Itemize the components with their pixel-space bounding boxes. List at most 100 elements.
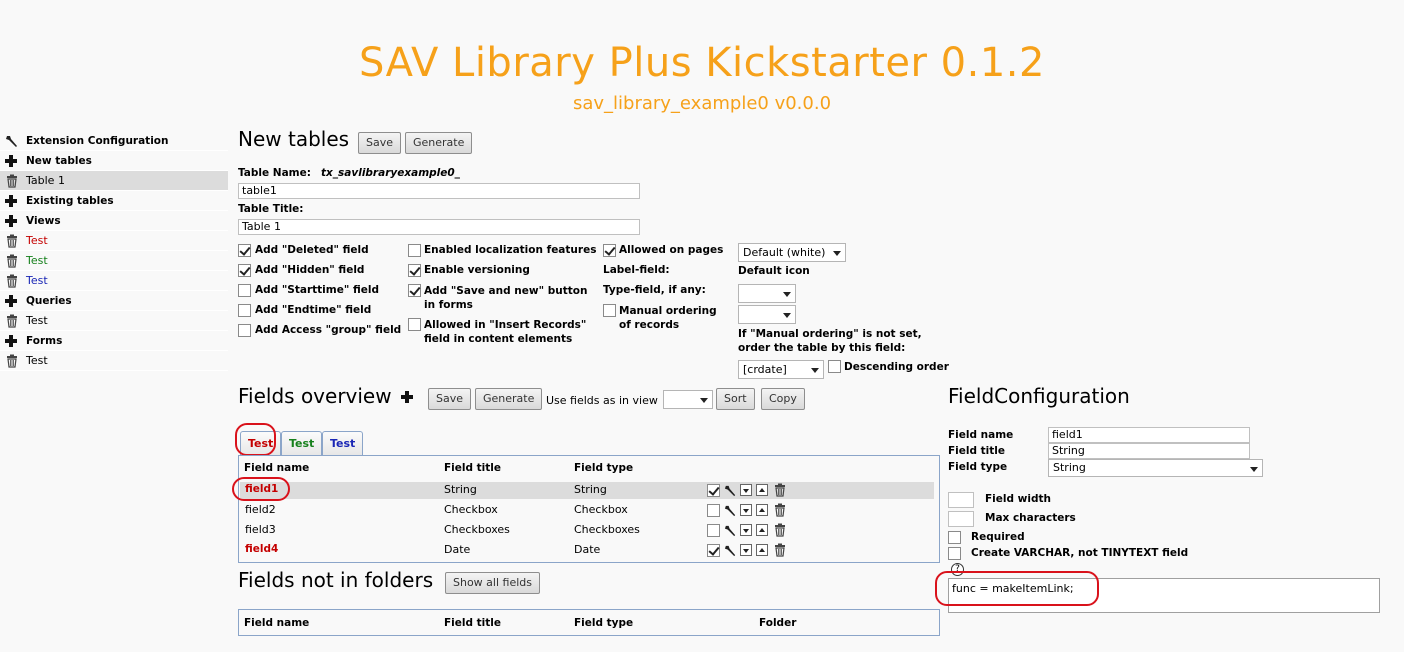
type-field-select[interactable]: [738, 305, 796, 324]
use-fields-view-select[interactable]: [663, 390, 713, 409]
move-down-icon[interactable]: [740, 524, 752, 536]
descending-order-label: Descending order: [844, 361, 949, 373]
trash-icon[interactable]: [773, 543, 787, 557]
sidebar-item-forms[interactable]: Forms: [0, 331, 228, 351]
sidebar-item-view-test-green[interactable]: Test: [0, 251, 228, 271]
add-field-plus-icon[interactable]: [401, 391, 413, 403]
fields-not-in-folders-table: Field name Field title Field type Folder: [238, 609, 940, 636]
plus-icon: [5, 195, 17, 207]
chevron-down-icon: [833, 251, 841, 256]
add-hidden-label: Add "Hidden" field: [255, 264, 365, 276]
move-up-icon[interactable]: [756, 484, 768, 496]
allowed-on-pages-checkbox[interactable]: [603, 244, 616, 257]
required-checkbox[interactable]: [948, 531, 961, 544]
table-row[interactable]: field2 Checkbox Checkbox: [240, 502, 934, 519]
versioning-label: Enable versioning: [424, 264, 530, 276]
tab-highlight-ring: [235, 423, 276, 456]
field-title-input[interactable]: String: [1048, 443, 1250, 459]
field-title-cell: Checkboxes: [444, 523, 510, 536]
wrench-icon[interactable]: [724, 524, 737, 537]
field-name-cell[interactable]: field2: [245, 503, 276, 516]
sidebar-item-label: Queries: [26, 295, 72, 307]
manual-ordering-checkbox[interactable]: [603, 304, 616, 317]
table-row[interactable]: field4 Date Date: [240, 542, 934, 559]
versioning-checkbox[interactable]: [408, 264, 421, 277]
trash-icon[interactable]: [773, 483, 787, 497]
table-name-input[interactable]: table1: [238, 183, 640, 199]
add-starttime-checkbox[interactable]: [238, 284, 251, 297]
descending-order-checkbox[interactable]: [828, 360, 841, 373]
add-hidden-checkbox[interactable]: [238, 264, 251, 277]
table-row[interactable]: field1 String String: [240, 482, 934, 499]
sidebar-item-table-1[interactable]: Table 1: [0, 171, 228, 191]
field-title-cell: String: [444, 483, 477, 496]
sidebar-item-extension-configuration[interactable]: Extension Configuration: [0, 131, 228, 151]
field-name-cell[interactable]: field3: [245, 523, 276, 536]
wrench-icon[interactable]: [724, 484, 737, 497]
ordering-note: If "Manual ordering" is not set, order t…: [738, 328, 922, 354]
sidebar-item-label: Test: [26, 274, 48, 287]
sidebar-item-form-test[interactable]: Test: [0, 351, 228, 371]
tab-test-green[interactable]: Test: [281, 431, 323, 455]
sidebar-item-view-test-blue[interactable]: Test: [0, 271, 228, 291]
trash-icon[interactable]: [773, 523, 787, 537]
move-down-icon[interactable]: [740, 504, 752, 516]
sort-button[interactable]: Sort: [716, 388, 755, 410]
max-characters-input[interactable]: [948, 511, 974, 527]
move-up-icon[interactable]: [756, 544, 768, 556]
sidebar-item-label: Test: [26, 354, 48, 367]
show-all-fields-button[interactable]: Show all fields: [445, 572, 540, 594]
new-tables-generate-button[interactable]: Generate: [405, 132, 473, 154]
plus-icon: [5, 295, 17, 307]
add-deleted-checkbox[interactable]: [238, 244, 251, 257]
field-name-cell[interactable]: field4: [245, 543, 278, 555]
wrench-icon[interactable]: [724, 544, 737, 557]
order-field-select[interactable]: [crdate]: [738, 360, 824, 379]
field-width-input[interactable]: [948, 492, 974, 508]
fields-generate-button[interactable]: Generate: [475, 388, 543, 410]
move-up-icon[interactable]: [756, 524, 768, 536]
tab-test-blue[interactable]: Test: [322, 431, 364, 455]
sidebar-item-existing-tables[interactable]: Existing tables: [0, 191, 228, 211]
sidebar-item-views[interactable]: Views: [0, 211, 228, 231]
save-and-new-checkbox[interactable]: [408, 284, 421, 297]
row-checkbox[interactable]: [707, 504, 720, 517]
sidebar-item-query-test[interactable]: Test: [0, 311, 228, 331]
plus-icon: [401, 391, 413, 403]
wrench-icon[interactable]: [724, 504, 737, 517]
insert-records-checkbox[interactable]: [408, 318, 421, 331]
chevron-down-icon: [811, 368, 819, 373]
sidebar-item-new-tables[interactable]: New tables: [0, 151, 228, 171]
trash-icon[interactable]: [773, 503, 787, 517]
table-row[interactable]: field3 Checkboxes Checkboxes: [240, 522, 934, 539]
field-type-select[interactable]: String: [1048, 459, 1263, 477]
row-checkbox[interactable]: [707, 544, 720, 557]
row-checkbox[interactable]: [707, 484, 720, 497]
fields-save-button[interactable]: Save: [428, 388, 472, 410]
field-configuration-title: FieldConfiguration: [948, 384, 1130, 408]
varchar-checkbox[interactable]: [948, 547, 961, 560]
trash-icon: [7, 354, 17, 368]
fields-table: Field name Field title Field type field1…: [238, 455, 940, 563]
field-name-input[interactable]: field1: [1048, 427, 1250, 443]
move-down-icon[interactable]: [740, 484, 752, 496]
default-icon-select[interactable]: Default (white): [738, 243, 846, 262]
move-down-icon[interactable]: [740, 544, 752, 556]
copy-button[interactable]: Copy: [761, 388, 805, 410]
sidebar-item-view-test-red[interactable]: Test: [0, 231, 228, 251]
add-access-group-checkbox[interactable]: [238, 324, 251, 337]
new-tables-save-button[interactable]: Save: [358, 132, 402, 154]
sidebar-item-queries[interactable]: Queries: [0, 291, 228, 311]
row-checkbox[interactable]: [707, 524, 720, 537]
field-type-select-value: String: [1053, 461, 1086, 474]
default-icon-select-value: Default (white): [743, 246, 826, 259]
table-title-input[interactable]: Table 1: [238, 219, 640, 235]
localization-checkbox[interactable]: [408, 244, 421, 257]
sidebar-item-label: Forms: [26, 335, 63, 347]
chevron-down-icon: [1250, 467, 1258, 472]
add-endtime-checkbox[interactable]: [238, 304, 251, 317]
label-field-select[interactable]: [738, 284, 796, 303]
field-type-cell: Checkbox: [574, 503, 628, 516]
move-up-icon[interactable]: [756, 504, 768, 516]
sidebar-item-label: New tables: [26, 155, 92, 167]
